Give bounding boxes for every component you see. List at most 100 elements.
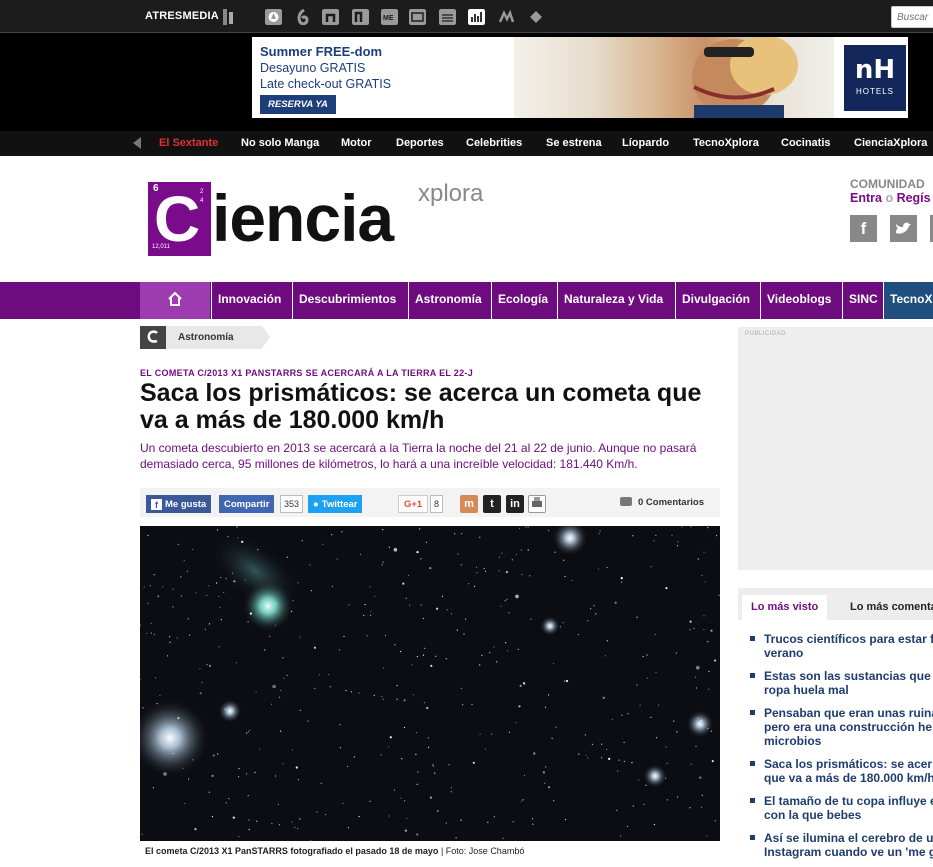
share-bar: f Me gusta Compartir 353 ● Twittear G+1 8 … — [140, 488, 720, 517]
category-nav: Innovación Descubrimientos Astronomía Ec… — [0, 282, 933, 319]
category-sinc[interactable]: SINC — [842, 282, 884, 319]
list-item[interactable]: Estas son las sustancias que ropa huela … — [750, 669, 933, 697]
google-plus-button[interactable]: G+1 — [398, 495, 429, 513]
category-divulgacion[interactable]: Divulgación — [675, 282, 756, 319]
site-link-no-solo-manga[interactable]: No solo Manga — [241, 137, 319, 149]
most-viewed-widget: Lo más visto Lo más comentado Trucos cie… — [738, 588, 933, 867]
category-tecnoxplora[interactable]: TecnoX — [883, 282, 933, 319]
site-link-liopardo[interactable]: Líopardo — [622, 137, 669, 149]
ad-couple-illustration — [692, 37, 798, 118]
twitter-icon[interactable] — [890, 215, 917, 242]
a3series-icon[interactable] — [409, 9, 426, 25]
home-icon — [168, 291, 182, 306]
share-count: 353 — [280, 495, 304, 513]
bullet-icon — [750, 710, 755, 715]
category-naturaleza-y-vida[interactable]: Naturaleza y Vida — [557, 282, 669, 319]
facebook-share-button[interactable]: Compartir — [219, 495, 275, 513]
antena3-icon[interactable] — [265, 9, 282, 25]
photo-credit: | Foto: Jose Chambó — [440, 846, 525, 856]
ad-headline: Summer FREE-dom — [260, 44, 383, 59]
breadcrumb-home-icon[interactable] — [140, 326, 166, 349]
breadcrumb-astronomia[interactable]: Astronomía — [166, 326, 262, 349]
breadcrumb-tip — [262, 326, 270, 348]
community-title: COMUNIDAD — [850, 177, 925, 191]
site-link-celebrities[interactable]: Celebrities — [466, 137, 522, 149]
mega-icon[interactable]: ME — [381, 9, 398, 25]
bullet-icon — [750, 798, 755, 803]
comet-starfield-image — [140, 526, 720, 841]
most-viewed-list: Trucos científicos para estar f verano E… — [738, 620, 933, 867]
nav-left-arrow-icon[interactable] — [133, 137, 141, 149]
print-icon[interactable] — [528, 495, 546, 513]
facebook-like-button[interactable]: f Me gusta — [146, 495, 212, 513]
tumblr-icon[interactable]: t — [483, 495, 501, 513]
svg-text:ME: ME — [383, 15, 394, 22]
europa-fm-icon[interactable] — [468, 9, 485, 25]
twitter-button[interactable]: ● Twittear — [308, 495, 363, 513]
nova-icon[interactable] — [352, 9, 369, 25]
site-logo-suffix: xplora — [418, 180, 484, 207]
site-link-el-sextante[interactable]: El Sextante — [159, 137, 218, 149]
google-plus-count: 8 — [430, 495, 444, 513]
site-link-motor[interactable]: Motor — [341, 137, 372, 149]
photo-caption-title: El cometa C/2013 X1 PanSTARRS fotografia… — [145, 846, 439, 856]
ad-photo-image — [514, 37, 834, 118]
category-ecologia[interactable]: Ecología — [491, 282, 554, 319]
list-item[interactable]: Trucos científicos para estar f verano — [750, 632, 933, 660]
melodia-fm-icon[interactable] — [498, 9, 515, 25]
category-descubrimientos[interactable]: Descubrimientos — [292, 282, 402, 319]
onda-cero-icon[interactable] — [439, 9, 456, 25]
atresmedia-brand[interactable]: ATRESMEDIA — [145, 10, 219, 22]
neox-icon[interactable] — [322, 9, 339, 25]
tab-most-commented[interactable]: Lo más comentado — [841, 595, 933, 620]
list-item[interactable]: El tamaño de tu copa influye e con la qu… — [750, 794, 933, 822]
login-separator: o — [885, 191, 894, 205]
ad-book-button[interactable]: RESERVA YA — [260, 95, 336, 114]
atresmedia-logo-icon[interactable] — [222, 8, 236, 26]
site-link-tecnoxplora[interactable]: TecnoXplora — [693, 137, 759, 149]
tab-most-viewed[interactable]: Lo más visto — [742, 595, 828, 620]
site-link-deportes[interactable]: Deportes — [396, 137, 444, 149]
login-link[interactable]: Entra — [850, 191, 882, 205]
bullet-icon — [750, 636, 755, 641]
category-videoblogs[interactable]: Videoblogs — [760, 282, 837, 319]
register-link[interactable]: Regís — [897, 191, 931, 205]
linkedin-icon[interactable]: in — [506, 495, 524, 513]
site-logo-word[interactable]: iencia — [212, 178, 394, 258]
article-photo-comet[interactable] — [140, 526, 720, 841]
article-subtitle: Un cometa descubierto en 2013 se acercar… — [140, 441, 697, 471]
comment-bubble-icon — [620, 497, 632, 506]
home-button[interactable] — [140, 282, 210, 319]
site-link-cocinatis[interactable]: Cocinatis — [781, 137, 831, 149]
category-innovacion[interactable]: Innovación — [211, 282, 287, 319]
atresplayer-icon[interactable] — [527, 9, 544, 25]
atresmedia-topbar: ATRESMEDIA ME — [0, 0, 933, 33]
bullet-icon — [750, 835, 755, 840]
twitter-bird-icon: ● — [313, 499, 319, 510]
search-input[interactable] — [891, 6, 933, 28]
comments-link[interactable]: 0 Comentarios — [620, 497, 704, 508]
lasexta-icon[interactable] — [295, 9, 312, 25]
nh-hotels-logo: nH HOTELS — [844, 45, 906, 111]
list-item[interactable]: Pensaban que eran unas ruina pero era un… — [750, 706, 933, 748]
nh-hotels-ad[interactable]: Summer FREE-dom Desayuno GRATIS Late che… — [252, 37, 908, 118]
bullet-icon — [750, 761, 755, 766]
facebook-icon[interactable]: f — [850, 215, 877, 242]
article-kicker: EL COMETA C/2013 X1 PANSTARRS SE ACERCAR… — [140, 368, 474, 378]
sidebar-ad-slot: PUBLICIDAD — [738, 327, 933, 570]
network-sites-nav: El Sextante No solo Manga Motor Deportes… — [0, 131, 933, 156]
ad-label: PUBLICIDAD — [745, 331, 787, 337]
list-item[interactable]: Así se ilumina el cerebro de u Instagram… — [750, 831, 933, 859]
bullet-icon — [750, 673, 755, 678]
ad-line-checkout: Late check-out GRATIS — [260, 77, 392, 91]
facebook-f-icon: f — [151, 499, 162, 510]
list-item[interactable]: Saca los prismáticos: se acer que va a m… — [750, 757, 933, 785]
site-link-cienciaxplora[interactable]: CienciaXplora — [854, 137, 927, 149]
site-logo-element-tile[interactable]: 6 2 4 C 12,011 — [148, 182, 211, 256]
site-link-se-estrena[interactable]: Se estrena — [546, 137, 602, 149]
meneame-icon[interactable]: m — [460, 495, 478, 513]
photo-caption: El cometa C/2013 X1 PanSTARRS fotografia… — [145, 846, 524, 856]
ad-line-breakfast: Desayuno GRATIS — [260, 61, 366, 75]
category-astronomia[interactable]: Astronomía — [408, 282, 488, 319]
advertisement-band: Summer FREE-dom Desayuno GRATIS Late che… — [0, 33, 933, 131]
